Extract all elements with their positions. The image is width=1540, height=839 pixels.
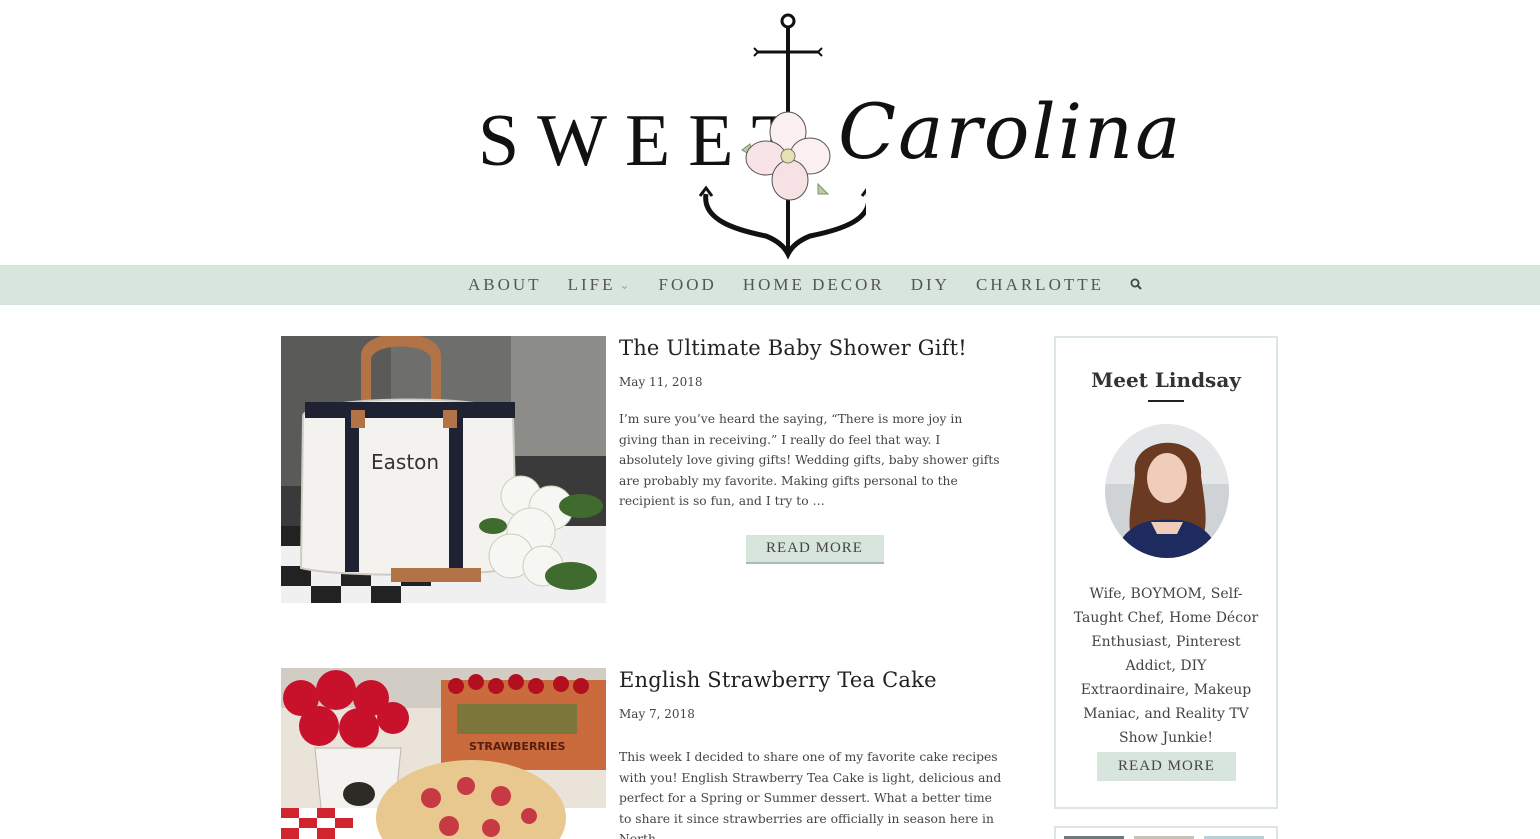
nav-item-diy[interactable]: DIY [911,275,950,295]
search-icon[interactable] [1130,278,1144,292]
post-body: The Ultimate Baby Shower Gift! May 11, 2… [619,336,1004,564]
site-logo[interactable]: SWEET Carolina [470,8,1180,260]
site-header: SWEET Carolina [0,0,1540,265]
post-title[interactable]: The Ultimate Baby Shower Gift! [619,336,1004,361]
post-card: Easton The Ultimate Baby Shower Gift! Ma… [281,336,1001,606]
crate-label-text: STRAWBERRIES [469,740,565,753]
post-image[interactable]: STRAWBERRIES [281,668,606,839]
nav-item-charlotte[interactable]: CHARLOTTE [976,275,1104,295]
sidebar-about-widget: Meet Lindsay Wife, BOYMOM, Self-Taught C… [1054,336,1278,809]
post-title[interactable]: English Strawberry Tea Cake [619,668,1004,693]
post-card: STRAWBERRIES English Strawberry Tea Cake… [281,668,1001,839]
sidebar-title: Meet Lindsay [1091,368,1241,392]
nav-item-life[interactable]: LIFE ⌄ [568,275,633,295]
nav-item-about[interactable]: ABOUT [468,275,542,295]
title-divider [1148,400,1184,402]
nav-list: ABOUT LIFE ⌄ FOOD HOME DECOR DIY CHARLOT… [468,265,1144,305]
read-more-button[interactable]: READ MORE [745,534,884,564]
nav-item-home-decor[interactable]: HOME DECOR [743,275,885,295]
read-more-button[interactable]: READ MORE [1097,752,1236,781]
post-image[interactable]: Easton [281,336,606,603]
avatar[interactable] [1105,424,1229,558]
chevron-down-icon: ⌄ [619,277,633,292]
sidebar-next-widget [1054,826,1278,839]
main-nav: ABOUT LIFE ⌄ FOOD HOME DECOR DIY CHARLOT… [0,265,1540,305]
post-date: May 7, 2018 [619,707,695,722]
nav-item-food[interactable]: FOOD [659,275,717,295]
nav-item-life-label: LIFE [567,275,616,294]
post-body: English Strawberry Tea Cake May 7, 2018 … [619,668,1004,839]
bag-name-text: Easton [371,450,439,474]
post-date: May 11, 2018 [619,375,703,390]
logo-word-carolina: Carolina [838,87,1183,176]
sidebar-bio: Wife, BOYMOM, Self-Taught Chef, Home Déc… [1073,586,1259,746]
post-excerpt: I’m sure you’ve heard the saying, “There… [619,412,1000,509]
post-excerpt: This week I decided to share one of my f… [619,750,1002,839]
